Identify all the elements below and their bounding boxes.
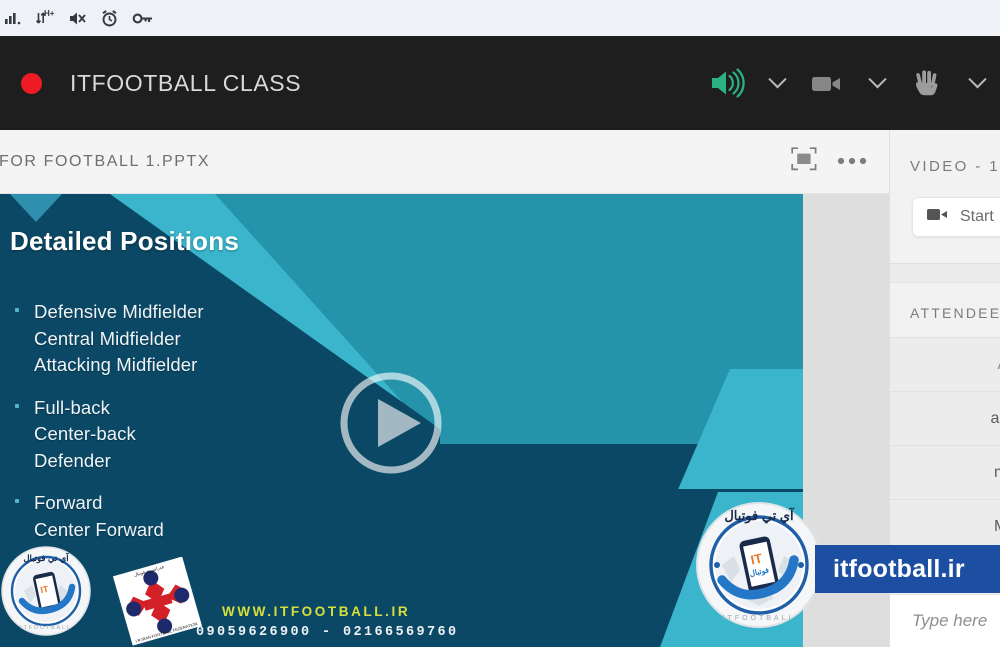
panel-spacer — [890, 264, 1000, 282]
meeting-app-window: H+ ITFOOTBALL CLASS FOR FOOTBALL 1.PPTX … — [0, 0, 1000, 647]
bullet-line: Attacking Midfielder — [34, 354, 198, 375]
attendees-section-title: ATTENDEE — [890, 282, 1000, 337]
attendee-row[interactable]: Amin — [890, 337, 1000, 391]
bullet-line: Center-back — [34, 423, 136, 444]
speaker-toggle-button[interactable] — [700, 36, 754, 130]
attendee-row[interactable]: amiral — [890, 391, 1000, 445]
itfootball-watermark-banner: itfootball.ir — [815, 545, 1000, 593]
hand-options-chevron[interactable] — [954, 36, 1000, 130]
chevron-down-icon — [867, 69, 887, 88]
itfootball-watermark-logo: IT فوتبال آي تي فوتبال ITFOOTBALL — [696, 502, 822, 628]
speaker-options-chevron[interactable] — [754, 36, 800, 130]
svg-text:آي تي فوتبال: آي تي فوتبال — [724, 507, 795, 524]
bullet-group: Full-back Center-back Defender — [12, 395, 204, 475]
document-bar-actions — [791, 147, 889, 176]
more-options-icon[interactable] — [837, 153, 867, 171]
chevron-down-icon — [767, 69, 787, 88]
alarm-icon — [100, 9, 119, 28]
recording-indicator-icon — [21, 72, 42, 94]
chevron-down-icon — [967, 69, 987, 88]
video-options-chevron[interactable] — [854, 36, 900, 130]
watermark-banner-text: itfootball.ir — [833, 554, 965, 583]
bullet-line: Forward — [34, 492, 103, 513]
message-input-placeholder: Type here — [912, 611, 988, 630]
attendee-row[interactable]: mahd — [890, 445, 1000, 499]
fullscreen-icon[interactable] — [791, 147, 817, 176]
slide-website-text: WWW.ITFOOTBALL.IR — [222, 604, 411, 619]
slide-bullet-list: Defensive Midfielder Central Midfielder … — [12, 299, 204, 559]
svg-text:ITFOOTBALL: ITFOOTBALL — [20, 625, 72, 631]
bullet-dot-icon — [15, 499, 19, 503]
attendee-name: mahd — [994, 464, 1000, 482]
vpn-key-icon — [132, 9, 154, 28]
meeting-header: ITFOOTBALL CLASS — [0, 36, 1000, 130]
bullet-line: Defensive Midfielder — [34, 301, 204, 322]
document-share-bar: FOR FOOTBALL 1.PPTX — [0, 130, 889, 194]
bullet-line: Defender — [34, 449, 111, 471]
bullet-dot-icon — [15, 308, 19, 312]
video-toggle-button[interactable] — [800, 36, 854, 130]
bullet-line: Full-back — [34, 396, 110, 418]
data-transfer-icon: H+ — [35, 8, 55, 28]
start-video-button[interactable]: Start — [912, 197, 1000, 237]
itfootball-logo: IT آي تي فوتبال ITFOOTBALL — [1, 546, 91, 636]
start-video-label: Start — [960, 208, 994, 225]
bullet-group: Forward Center Forward — [12, 490, 204, 543]
raise-hand-button[interactable] — [900, 36, 954, 130]
bullet-group: Defensive Midfielder Central Midfielder … — [12, 299, 204, 379]
svg-text:آي تي فوتبال: آي تي فوتبال — [23, 552, 70, 564]
message-input-container[interactable]: Type here — [890, 594, 1000, 647]
video-panel-title: VIDEO - 1 — [910, 158, 1000, 175]
svg-text:H+: H+ — [44, 9, 55, 18]
meeting-controls — [700, 36, 1000, 130]
android-status-bar: H+ — [0, 0, 1000, 36]
bullet-dot-icon — [15, 403, 19, 408]
signal-bars-icon — [4, 9, 22, 27]
slide-title: Detailed Positions — [10, 226, 239, 256]
mute-icon — [68, 9, 87, 28]
slide-phone-text: 09059626900 - 02166569760 — [196, 625, 459, 640]
document-filename: FOR FOOTBALL 1.PPTX — [0, 152, 211, 170]
meeting-title: ITFOOTBALL CLASS — [70, 69, 302, 96]
svg-text:ITFOOTBALL: ITFOOTBALL — [723, 615, 796, 622]
attendee-name: amiral — [990, 409, 1000, 427]
attendee-name: Moha — [994, 518, 1000, 536]
video-camera-icon — [927, 207, 949, 227]
federation-logo: فدراسيون فوتبال I.R.IRAN FOOTBALL FEDERA… — [112, 557, 202, 646]
play-icon[interactable] — [335, 367, 447, 479]
bullet-line: Central Midfielder — [34, 327, 181, 349]
bullet-line: Center Forward — [34, 518, 164, 540]
